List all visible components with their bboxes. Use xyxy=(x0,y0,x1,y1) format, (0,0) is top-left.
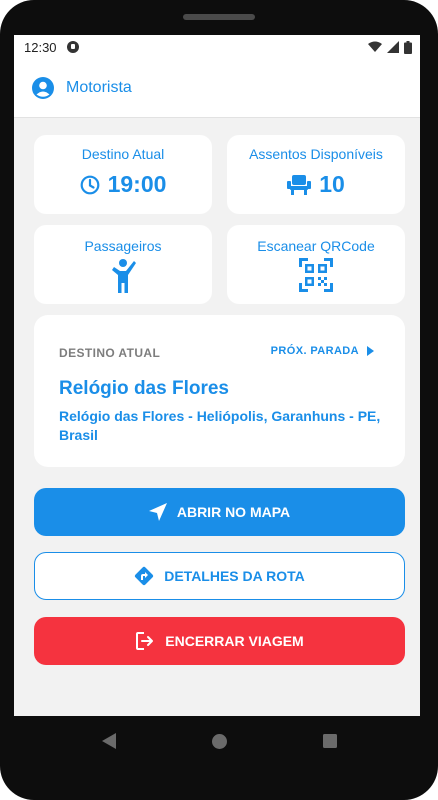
current-destination-label: DESTINO ATUAL xyxy=(59,346,161,360)
seats-value: 10 xyxy=(319,171,345,197)
next-stop-label: PRÓX. PARADA xyxy=(270,345,359,357)
destination-time-value: 19:00 xyxy=(107,171,167,197)
scan-qrcode-card[interactable]: Escanear QRCode xyxy=(227,225,405,304)
scan-qrcode-label: Escanear QRCode xyxy=(257,238,375,254)
wifi-icon xyxy=(368,41,382,52)
person-icon xyxy=(112,259,136,293)
qrcode-icon-row xyxy=(227,258,405,292)
clock-icon xyxy=(80,175,99,194)
end-trip-button[interactable]: ENCERRAR VIAGEM xyxy=(34,617,405,665)
seats-label: Assentos Disponíveis xyxy=(249,146,383,162)
notification-icon xyxy=(66,41,79,53)
destination-address: Relógio das Flores - Heliópolis, Garanhu… xyxy=(59,408,381,443)
seats-row: 10 xyxy=(227,171,405,198)
signal-icon xyxy=(387,41,399,53)
directions-icon xyxy=(135,566,154,586)
next-stop-button[interactable]: PRÓX. PARADA xyxy=(271,345,374,357)
passengers-label: Passageiros xyxy=(84,238,162,254)
triangle-right-icon xyxy=(367,346,374,356)
destination-time-label: Destino Atual xyxy=(81,146,165,162)
screen: 12:30 Motorista Destino Atual 19:00 Asse… xyxy=(14,35,420,716)
status-time: 12:30 xyxy=(24,39,57,55)
end-trip-label: ENCERRAR VIAGEM xyxy=(165,633,304,649)
navigation-arrow-icon xyxy=(148,503,167,521)
status-bar: 12:30 xyxy=(14,35,420,59)
page-title: Motorista xyxy=(66,79,132,96)
route-details-button[interactable]: DETALHES DA ROTA xyxy=(34,552,405,600)
destination-time-row: 19:00 xyxy=(34,171,212,198)
route-details-label: DETALHES DA ROTA xyxy=(164,568,305,584)
qr-code-icon xyxy=(299,258,333,292)
seat-icon xyxy=(287,174,312,195)
recents-icon[interactable] xyxy=(322,734,337,748)
phone-speaker xyxy=(183,14,255,20)
passengers-icon-row xyxy=(34,258,212,294)
current-destination-card: DESTINO ATUAL PRÓX. PARADA Relógio das F… xyxy=(34,315,405,467)
open-map-button[interactable]: ABRIR NO MAPA xyxy=(34,488,405,536)
seats-card[interactable]: Assentos Disponíveis 10 xyxy=(227,135,405,214)
open-map-label: ABRIR NO MAPA xyxy=(176,504,291,520)
home-icon[interactable] xyxy=(211,733,227,749)
battery-icon xyxy=(404,40,412,54)
app-bar: Motorista xyxy=(14,59,420,118)
status-icons xyxy=(368,40,412,54)
destination-name: Relógio das Flores xyxy=(59,378,229,399)
back-icon[interactable] xyxy=(101,733,116,749)
user-circle-icon[interactable] xyxy=(32,77,54,99)
destination-time-card[interactable]: Destino Atual 19:00 xyxy=(34,135,212,214)
system-nav-bar xyxy=(0,716,438,766)
phone-frame: 12:30 Motorista Destino Atual 19:00 Asse… xyxy=(0,0,438,800)
passengers-card[interactable]: Passageiros xyxy=(34,225,212,304)
exit-icon xyxy=(136,632,154,650)
